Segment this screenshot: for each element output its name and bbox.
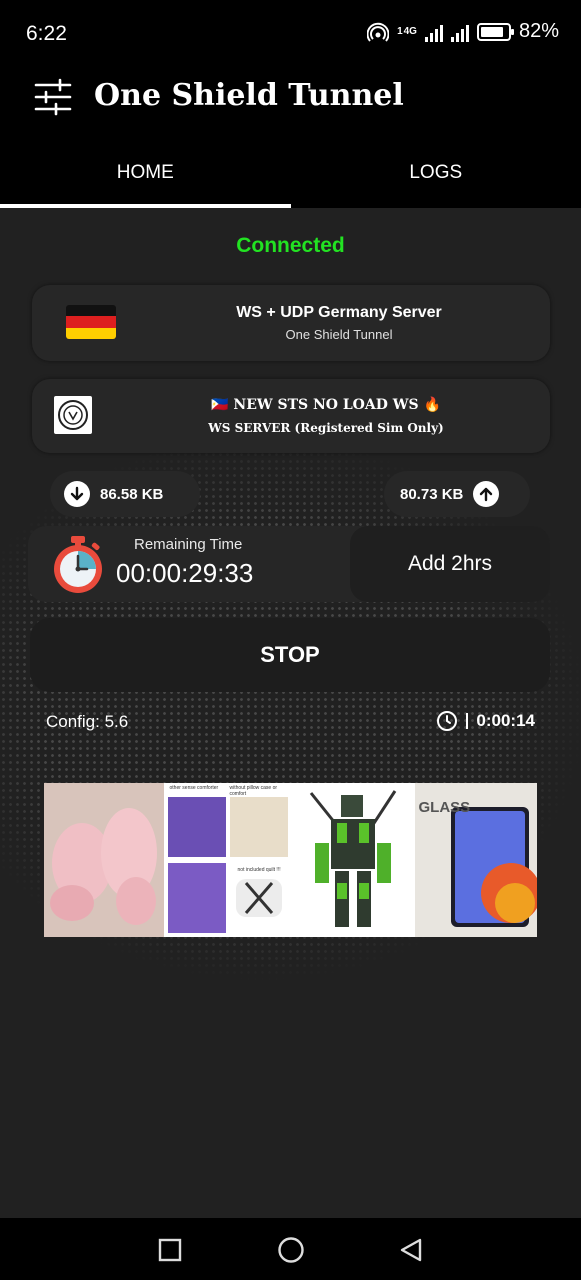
app-title: One Shield Tunnel	[94, 78, 404, 113]
world-map-background	[0, 430, 581, 1050]
battery-level: 82%	[518, 20, 559, 42]
elapsed-time-value: 0:00:14	[476, 711, 535, 730]
tab-bar: HOME LOGS	[0, 148, 581, 208]
payload-subtitle: WS SERVER (Registered Sim Only)	[208, 421, 444, 435]
server-selector[interactable]: WS + UDP Germany Server One Shield Tunne…	[32, 285, 550, 361]
status-icons: 1 4G 82%	[367, 20, 559, 43]
tab-logs[interactable]: LOGS	[291, 148, 581, 208]
status-time: 6:22	[26, 22, 67, 45]
stop-button[interactable]: STOP	[30, 618, 550, 692]
slippers-ad-image[interactable]	[44, 783, 164, 937]
ad-text-glass: GLASS	[418, 799, 471, 816]
status-bar: 6:22 1 4G 82%	[0, 0, 581, 68]
back-button[interactable]	[398, 1237, 424, 1263]
download-arrow-icon	[64, 481, 90, 507]
signal-1-icon	[424, 22, 443, 42]
payload-logo-icon	[54, 396, 92, 434]
network-type-label: 4G	[403, 26, 417, 37]
connection-status: Connected	[236, 234, 345, 257]
bedding-ad-image[interactable]: other sense comforter without pillow cas…	[165, 783, 290, 937]
recent-apps-button[interactable]	[158, 1238, 182, 1262]
separator	[466, 713, 469, 729]
upload-counter: 80.73 KB	[384, 471, 530, 517]
sim-slot-label: 1	[397, 26, 403, 37]
upload-arrow-icon	[473, 481, 500, 507]
stopwatch-icon	[54, 536, 102, 593]
tab-home[interactable]: HOME	[0, 148, 291, 208]
download-counter: 86.58 KB	[50, 471, 200, 517]
tablet-glass-ad-image[interactable]: GLASS	[414, 783, 538, 937]
hotspot-icon	[367, 22, 390, 42]
add-2hrs-button[interactable]: Add 2hrs	[350, 526, 550, 602]
remaining-time-label: Remaining Time	[134, 536, 243, 553]
robot-toy-ad-image[interactable]	[291, 783, 413, 937]
remaining-time-panel: Remaining Time 00:00:29:33 Add 2hrs	[28, 526, 550, 602]
ad-text-comforter: other sense comforter	[169, 785, 219, 791]
server-name: WS + UDP Germany Server	[236, 304, 442, 321]
system-nav-bar	[0, 1218, 581, 1280]
clock-icon	[437, 711, 458, 731]
payload-name: 🇵🇭 NEW STS NO LOAD WS 🔥	[211, 397, 441, 413]
home-button[interactable]	[277, 1236, 305, 1264]
payload-selector[interactable]: 🇵🇭 NEW STS NO LOAD WS 🔥 WS SERVER (Regis…	[32, 379, 550, 453]
ad-text-pillow: without pillow case or comfort	[229, 785, 278, 797]
germany-flag-icon	[66, 305, 116, 339]
ad-text-quilt: not included quilt !!!	[237, 867, 281, 873]
remaining-time-value: 00:00:29:33	[116, 558, 254, 588]
app-bar: One Shield Tunnel HOME LOGS	[0, 68, 581, 208]
download-value: 86.58 KB	[100, 485, 164, 503]
upload-value: 80.73 KB	[400, 485, 464, 503]
battery-icon	[476, 22, 514, 41]
elapsed-time: 0:00:14	[436, 710, 535, 732]
ad-banner[interactable]: other sense comforter without pillow cas…	[44, 783, 538, 937]
sliders-icon[interactable]	[34, 78, 72, 116]
server-subtitle: One Shield Tunnel	[285, 327, 393, 342]
config-version: Config: 5.6	[46, 712, 129, 731]
signal-2-icon	[450, 22, 469, 42]
